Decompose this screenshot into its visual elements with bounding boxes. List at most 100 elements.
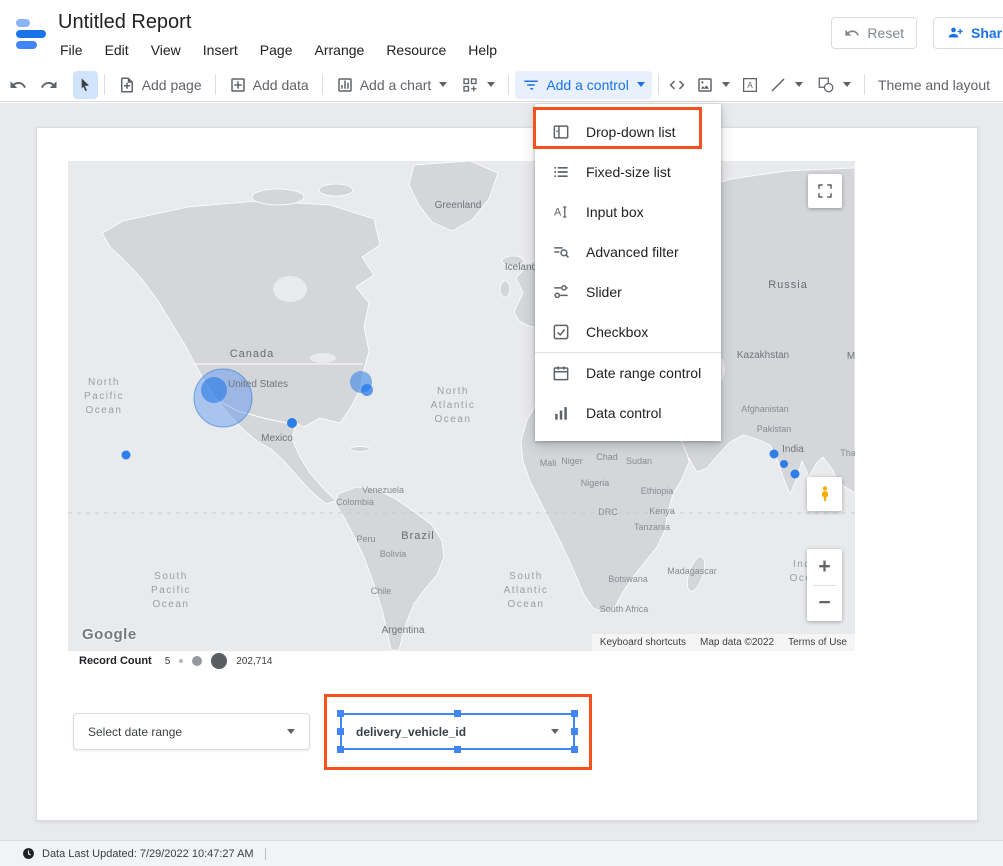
menu-edit[interactable]: Edit xyxy=(94,40,140,60)
selection-handle-bottom-right[interactable] xyxy=(571,746,578,753)
legend-max-value: 202,714 xyxy=(236,656,272,667)
share-label: Shar xyxy=(971,25,1002,41)
terms-of-use-link[interactable]: Terms of Use xyxy=(788,637,847,648)
date-range-icon xyxy=(551,363,571,383)
chevron-down-icon xyxy=(637,82,645,87)
selection-handle-bottom-left[interactable] xyxy=(337,746,344,753)
menu-item-label: Date range control xyxy=(586,365,701,381)
add-chart-label: Add a chart xyxy=(360,77,432,93)
add-page-label: Add page xyxy=(142,77,202,93)
toolbar-separator xyxy=(215,75,216,95)
menu-help[interactable]: Help xyxy=(457,40,508,60)
map-attribution: Keyboard shortcuts Map data ©2022 Terms … xyxy=(592,634,855,651)
add-image-button[interactable] xyxy=(689,71,737,99)
add-data-button[interactable]: Add data xyxy=(222,71,316,99)
selection-handle-bottom-mid[interactable] xyxy=(454,746,461,753)
menu-item-label: Input box xyxy=(586,204,644,220)
undo-reset-icon xyxy=(844,25,860,41)
menu-view[interactable]: View xyxy=(140,40,192,60)
shape-icon xyxy=(817,76,835,94)
slider-icon xyxy=(551,282,571,302)
add-chart-button[interactable]: Add a chart xyxy=(329,71,455,99)
drop-down-list-icon xyxy=(551,122,571,142)
menu-insert[interactable]: Insert xyxy=(192,40,249,60)
embed-code-button[interactable] xyxy=(665,71,690,99)
chevron-down-icon xyxy=(439,82,447,87)
dropdown-filter-control-selected[interactable]: delivery_vehicle_id xyxy=(340,713,575,750)
selection-handle-top-right[interactable] xyxy=(571,710,578,717)
advanced-filter-icon xyxy=(551,242,571,262)
legend-small-dot-icon xyxy=(179,659,183,663)
chevron-down-icon xyxy=(551,729,559,734)
keyboard-shortcuts-link[interactable]: Keyboard shortcuts xyxy=(600,637,686,648)
selection-handle-top-left[interactable] xyxy=(337,710,344,717)
add-page-button[interactable]: Add page xyxy=(111,71,209,99)
legend-min-value: 5 xyxy=(165,656,171,667)
toolbar-separator xyxy=(104,75,105,95)
data-studio-logo-icon[interactable] xyxy=(14,17,48,49)
selection-handle-mid-right[interactable] xyxy=(571,728,578,735)
community-visualizations-button[interactable] xyxy=(454,71,502,99)
report-title[interactable]: Untitled Report xyxy=(58,11,191,34)
fullscreen-icon xyxy=(816,182,834,200)
add-control-button[interactable]: Add a control xyxy=(515,71,652,99)
chevron-down-icon xyxy=(795,82,803,87)
menubar: File Edit View Insert Page Arrange Resou… xyxy=(49,40,508,60)
redo-button[interactable] xyxy=(37,71,62,99)
pegman-street-view-button[interactable] xyxy=(807,477,842,511)
community-viz-icon xyxy=(461,76,479,94)
menu-item-advanced-filter[interactable]: Advanced filter xyxy=(535,232,721,272)
menu-item-fixed-size-list[interactable]: Fixed-size list xyxy=(535,152,721,192)
reset-button[interactable]: Reset xyxy=(831,17,917,49)
toolbar-separator xyxy=(322,75,323,95)
menu-item-date-range-control[interactable]: Date range control xyxy=(535,353,721,393)
selection-handle-mid-left[interactable] xyxy=(337,728,344,735)
input-box-icon: A xyxy=(551,202,571,222)
menu-item-input-box[interactable]: A Input box xyxy=(535,192,721,232)
selection-handle-top-mid[interactable] xyxy=(454,710,461,717)
menu-arrange[interactable]: Arrange xyxy=(304,40,376,60)
world-map-graphic xyxy=(68,161,855,651)
fullscreen-button[interactable] xyxy=(808,174,842,208)
legend-medium-dot-icon xyxy=(192,656,202,666)
menu-page[interactable]: Page xyxy=(249,40,304,60)
line-icon xyxy=(769,76,787,94)
canvas-background: Greenland Iceland Canada United States M… xyxy=(0,103,1003,840)
zoom-in-button[interactable]: + xyxy=(807,550,842,585)
add-text-button[interactable]: A xyxy=(737,71,762,99)
menu-item-label: Data control xyxy=(586,405,661,421)
menu-item-label: Advanced filter xyxy=(586,244,679,260)
last-updated-text: Data Last Updated: 7/29/2022 10:47:27 AM xyxy=(42,848,254,860)
toolbar-separator xyxy=(658,75,659,95)
menu-item-checkbox[interactable]: Checkbox xyxy=(535,312,721,352)
share-button[interactable]: Shar xyxy=(933,17,1003,49)
add-control-label: Add a control xyxy=(546,77,629,93)
chevron-down-icon xyxy=(722,82,730,87)
toolbar-separator xyxy=(864,75,865,95)
chevron-down-icon xyxy=(287,729,295,734)
zoom-out-button[interactable]: − xyxy=(807,586,842,621)
add-shape-button[interactable] xyxy=(810,71,858,99)
add-line-button[interactable] xyxy=(762,71,810,99)
theme-and-layout-label: Theme and layout xyxy=(878,77,990,93)
report-canvas-page[interactable]: Greenland Iceland Canada United States M… xyxy=(36,127,978,821)
legend-metric-label: Record Count xyxy=(79,655,152,667)
geo-bubble-map[interactable]: Greenland Iceland Canada United States M… xyxy=(68,161,855,651)
menu-item-data-control[interactable]: Data control xyxy=(535,393,721,433)
toolbar-separator xyxy=(508,75,509,95)
menu-file[interactable]: File xyxy=(49,40,94,60)
date-range-control[interactable]: Select date range xyxy=(73,713,310,750)
add-control-menu: Drop-down list Fixed-size list A Input b… xyxy=(535,104,721,441)
zoom-control: + − xyxy=(807,549,842,621)
toolbar: Add page Add data Add a chart Add a cont… xyxy=(0,68,1003,102)
menu-item-drop-down-list[interactable]: Drop-down list xyxy=(535,112,721,152)
dropdown-control-label: delivery_vehicle_id xyxy=(356,725,466,739)
theme-and-layout-button[interactable]: Theme and layout xyxy=(871,71,997,99)
menu-resource[interactable]: Resource xyxy=(375,40,457,60)
menu-item-slider[interactable]: Slider xyxy=(535,272,721,312)
menu-item-label: Fixed-size list xyxy=(586,164,671,180)
undo-button[interactable] xyxy=(6,71,31,99)
select-tool-button[interactable] xyxy=(73,71,98,99)
add-chart-icon xyxy=(336,76,354,94)
chevron-down-icon xyxy=(843,82,851,87)
